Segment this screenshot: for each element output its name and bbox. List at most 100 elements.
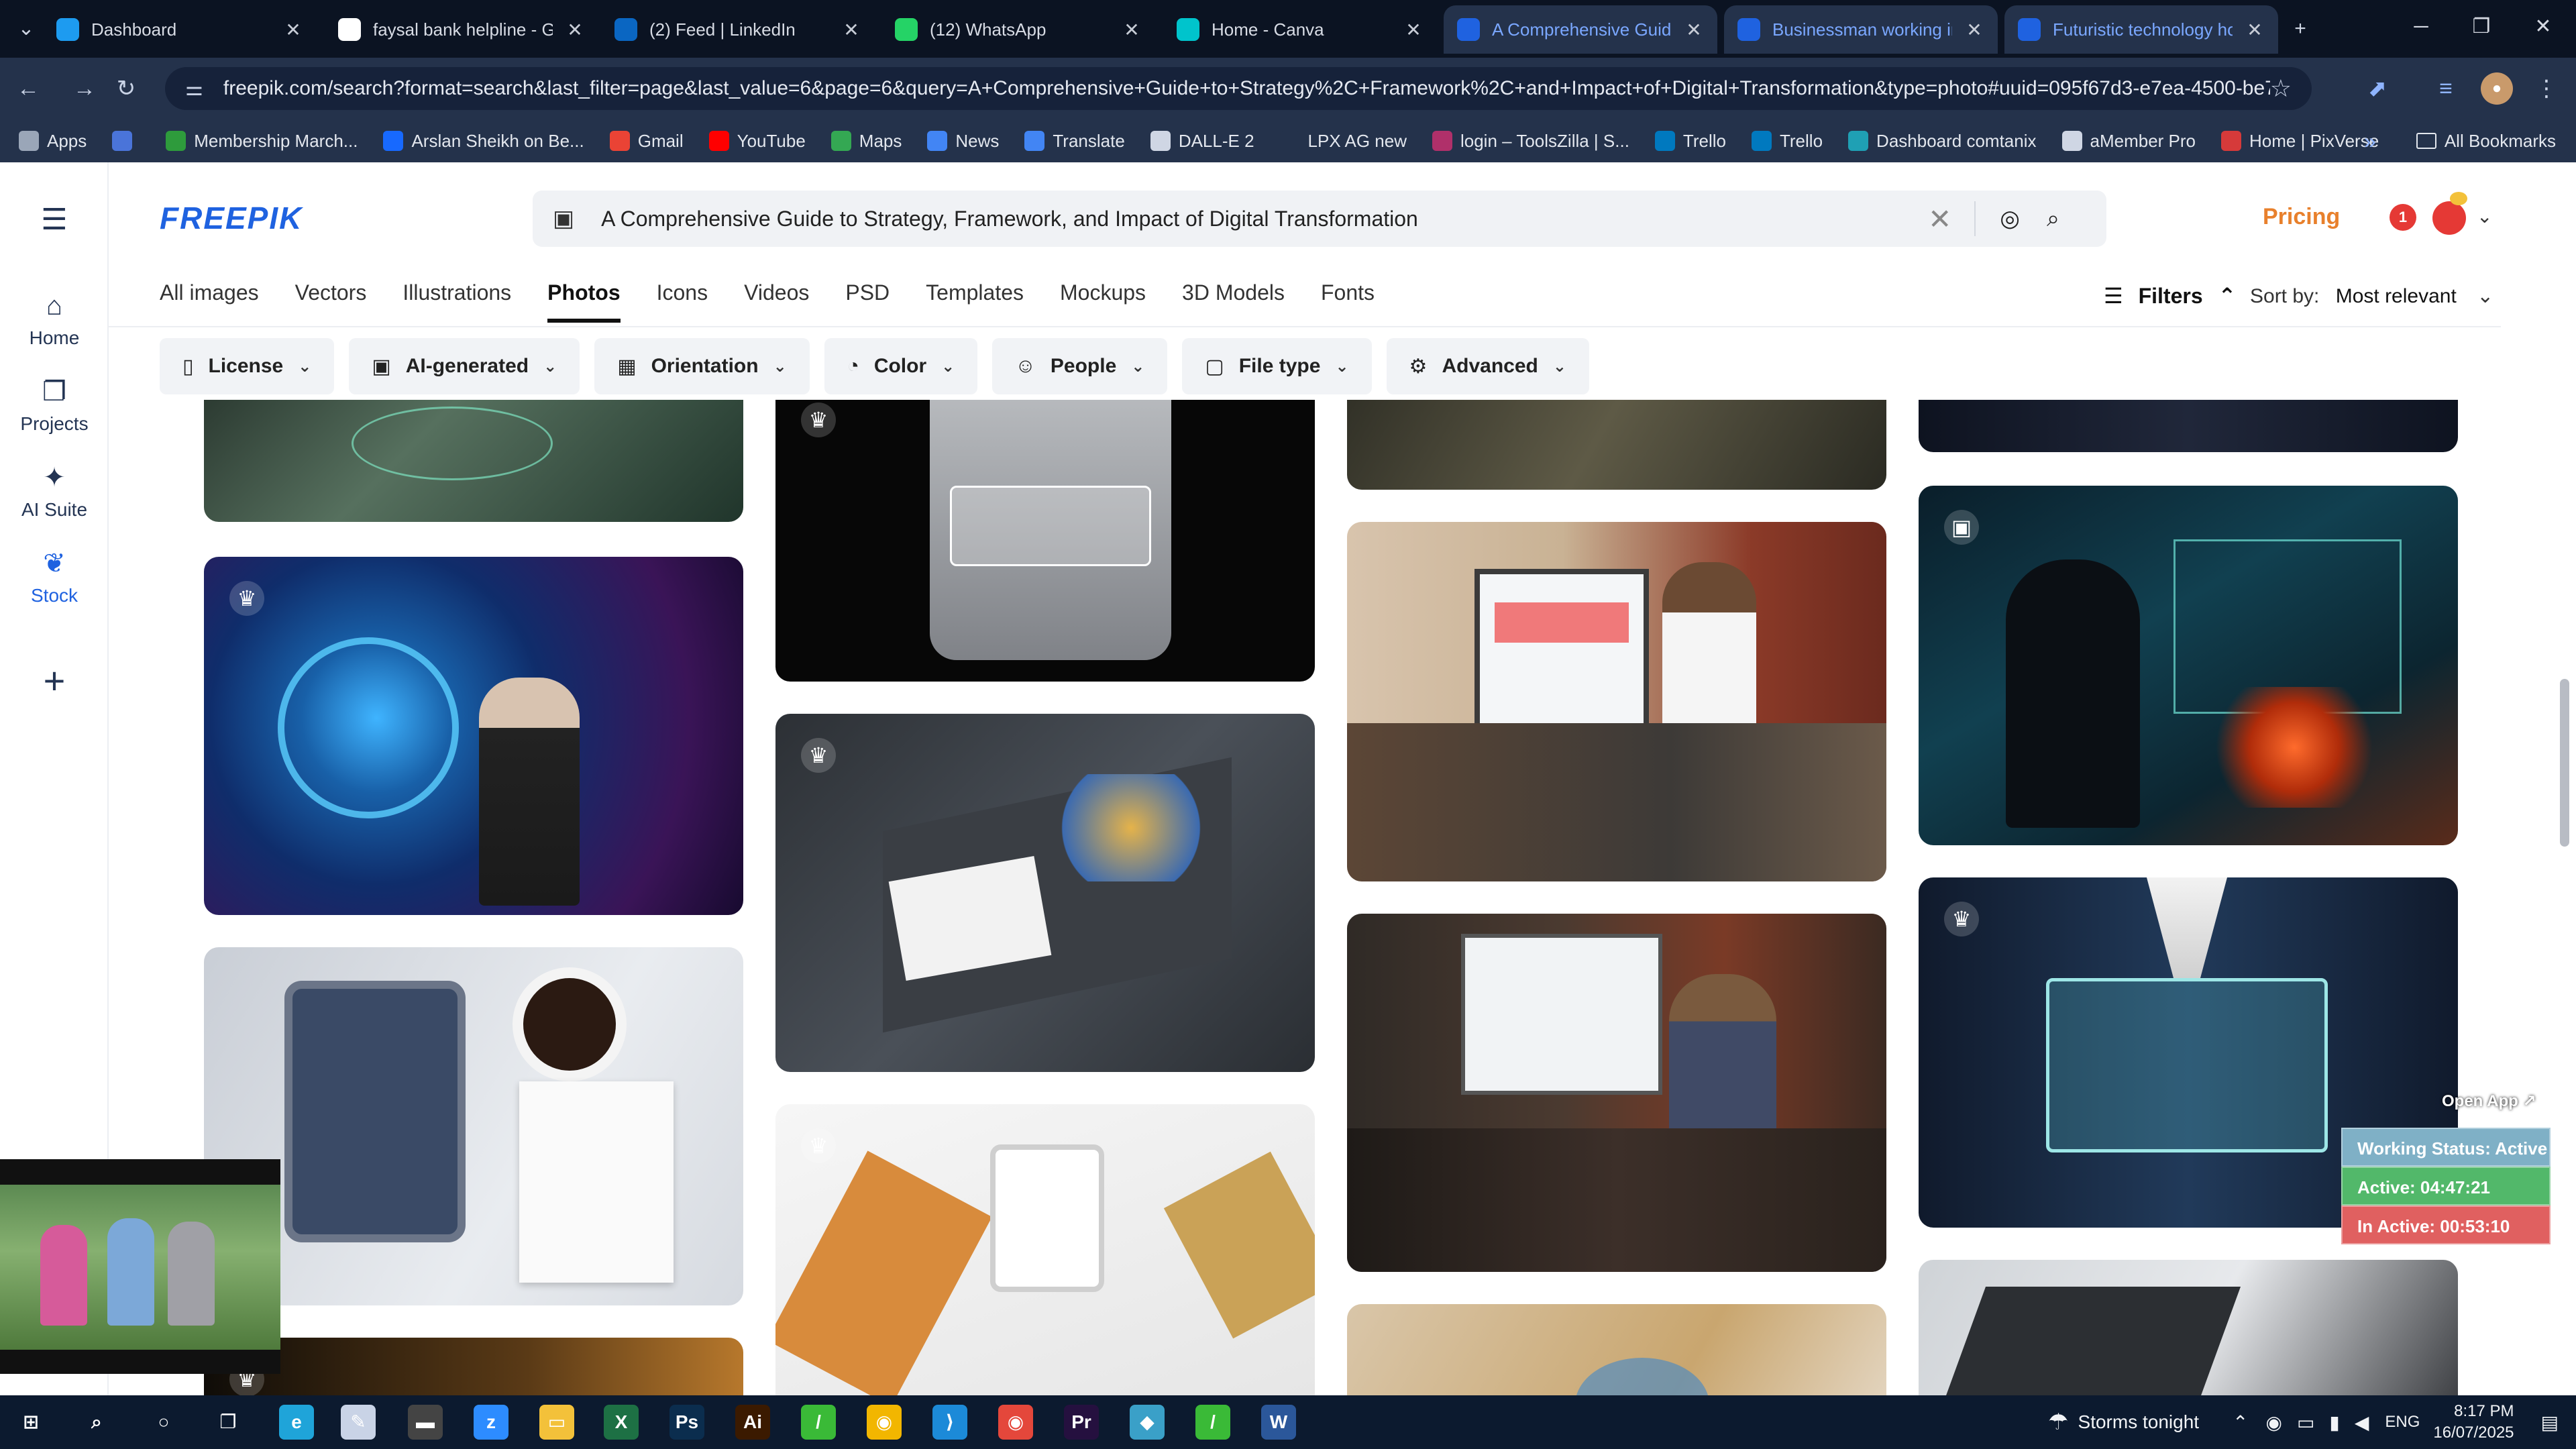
taskbar-vscode-icon[interactable]: ⟩	[932, 1405, 967, 1440]
tab-3d-models[interactable]: 3D Models	[1182, 280, 1285, 323]
taskbar-task-view-icon[interactable]: ❐	[211, 1405, 246, 1440]
filters-toggle[interactable]: ☰ Filters ⌃	[2104, 283, 2236, 309]
taskbar-start-icon[interactable]: ⊞	[13, 1405, 48, 1440]
browser-tab[interactable]: Businessman working in o ✕	[1724, 5, 1998, 54]
taskbar-zoom-icon[interactable]: z	[474, 1405, 508, 1440]
rail-item-projects[interactable]: ❐ Projects	[0, 376, 109, 435]
browser-menu-icon[interactable]: ⋮	[2530, 72, 2563, 105]
bookmark-item[interactable]: Dashboard comtanix	[1848, 131, 2037, 152]
profile-avatar[interactable]: ●	[2481, 72, 2513, 105]
account-chevron-icon[interactable]: ⌄	[2477, 205, 2492, 227]
photo-tile[interactable]	[204, 947, 743, 1305]
browser-tab[interactable]: Home - Canva ✕	[1163, 5, 1437, 54]
photo-tile[interactable]	[1919, 1260, 2458, 1395]
bookmark-item[interactable]: DALL-E 2	[1150, 131, 1254, 152]
browser-tab[interactable]: faysal bank helpline - Goo ✕	[325, 5, 598, 54]
photo-tile[interactable]	[204, 400, 743, 522]
tab-search-chevron-icon[interactable]: ⌄	[9, 12, 43, 46]
rail-item-stock[interactable]: ❦ Stock	[0, 547, 109, 606]
media-control-icon[interactable]: ≡	[2430, 72, 2462, 105]
clock[interactable]: 8:17 PM 16/07/2025	[2433, 1401, 2514, 1444]
taskbar-search-icon[interactable]: ⌕	[79, 1405, 114, 1440]
bookmark-item[interactable]: login – ToolsZilla | S...	[1432, 131, 1629, 152]
filter-orientation[interactable]: ▦ Orientation ⌄	[594, 338, 810, 394]
search-input[interactable]: A Comprehensive Guide to Strategy, Frame…	[601, 207, 1905, 231]
bookmark-star-icon[interactable]: ☆	[2270, 74, 2292, 103]
browser-tab[interactable]: (12) WhatsApp ✕	[881, 5, 1155, 54]
tab-photos[interactable]: Photos	[547, 280, 621, 323]
bookmark-item[interactable]: News	[927, 131, 999, 152]
filter-file-type[interactable]: ▢ File type ⌄	[1182, 338, 1372, 394]
taskbar-green-app-2-icon[interactable]: /	[1195, 1405, 1230, 1440]
bookmark-item[interactable]: Maps	[830, 131, 902, 152]
filter-ai-generated[interactable]: ▣ AI-generated ⌄	[349, 338, 580, 394]
tab-all-images[interactable]: All images	[160, 280, 259, 323]
bookmark-item[interactable]: Apps	[19, 131, 87, 152]
photo-tile[interactable]: ♛	[204, 557, 743, 915]
browser-tab[interactable]: Dashboard ✕	[43, 5, 317, 54]
bookmark-item[interactable]: Translate	[1024, 131, 1125, 152]
taskbar-chrome-icon[interactable]: ◉	[867, 1405, 902, 1440]
user-avatar[interactable]	[2432, 201, 2466, 235]
taskbar-premiere-icon[interactable]: Pr	[1064, 1405, 1099, 1440]
photo-tile[interactable]	[1919, 400, 2458, 452]
photo-tile[interactable]: ♛	[204, 1338, 743, 1395]
tab-close-icon[interactable]: ✕	[283, 19, 303, 41]
tab-close-icon[interactable]: ✕	[2245, 19, 2265, 41]
taskbar-illustrator-icon[interactable]: Ai	[735, 1405, 770, 1440]
all-bookmarks-button[interactable]: All Bookmarks	[2416, 131, 2556, 152]
pricing-link[interactable]: Pricing	[2263, 204, 2340, 230]
photo-tile[interactable]	[1347, 400, 1886, 490]
image-type-icon[interactable]: ▣	[553, 205, 574, 232]
battery-icon[interactable]: ▮	[2329, 1411, 2339, 1434]
taskbar-terminal-icon[interactable]: ▬	[408, 1405, 443, 1440]
tab-fonts[interactable]: Fonts	[1321, 280, 1375, 323]
page-scrollbar[interactable]	[2560, 679, 2569, 847]
rail-item-home[interactable]: ⌂ Home	[0, 290, 109, 349]
taskbar-photoshop-icon[interactable]: Ps	[669, 1405, 704, 1440]
close-window-button[interactable]: ✕	[2514, 0, 2572, 54]
tab-close-icon[interactable]: ✕	[1684, 19, 1704, 41]
camera-search-icon[interactable]: ◎	[2000, 205, 2020, 232]
extension-icon[interactable]: ⬈	[2361, 72, 2394, 105]
tray-app-icon[interactable]: ◉	[2266, 1411, 2282, 1434]
search-bar[interactable]: ▣ A Comprehensive Guide to Strategy, Fra…	[533, 191, 2106, 247]
bookmark-item[interactable]: LPX AG new	[1279, 131, 1407, 152]
taskbar-app-blue-icon[interactable]: ◆	[1130, 1405, 1165, 1440]
freepik-logo[interactable]: FREEPIK	[160, 200, 303, 236]
photo-tile[interactable]: ♛	[775, 400, 1315, 682]
reload-icon[interactable]: ↻	[109, 71, 144, 106]
photo-tile[interactable]	[1347, 522, 1886, 881]
bookmark-item[interactable]: YouTube	[708, 131, 806, 152]
back-arrow-icon[interactable]: ←	[11, 71, 46, 106]
taskbar-edge-icon[interactable]: e	[279, 1405, 314, 1440]
taskbar-excel-icon[interactable]: X	[604, 1405, 639, 1440]
network-icon[interactable]: ▭	[2297, 1411, 2314, 1434]
browser-tab[interactable]: A Comprehensive Guide t ✕	[1444, 5, 1717, 54]
tab-close-icon[interactable]: ✕	[1403, 19, 1424, 41]
tab-close-icon[interactable]: ✕	[841, 19, 861, 41]
new-tab-button[interactable]: +	[2284, 12, 2317, 46]
tab-videos[interactable]: Videos	[744, 280, 809, 323]
site-info-icon[interactable]: ⚌	[185, 77, 203, 101]
rail-item-ai-suite[interactable]: ✦ AI Suite	[0, 462, 109, 521]
notification-badge[interactable]: 1	[2390, 204, 2416, 231]
minimize-button[interactable]: ─	[2392, 0, 2450, 54]
search-icon[interactable]: ⌕	[2047, 206, 2059, 232]
language-indicator[interactable]: ENG	[2385, 1413, 2420, 1432]
bookmarks-overflow-button[interactable]: »	[2364, 129, 2376, 154]
filter-advanced[interactable]: ⚙ Advanced ⌄	[1386, 338, 1589, 394]
photo-tile[interactable]	[1347, 1304, 1886, 1395]
tab-close-icon[interactable]: ✕	[1964, 19, 1984, 41]
photo-tile[interactable]: ♛	[775, 714, 1315, 1072]
tab-close-icon[interactable]: ✕	[1122, 19, 1142, 41]
rail-add-button[interactable]: +	[0, 659, 109, 702]
filter-color[interactable]: ◔ Color ⌄	[824, 338, 978, 394]
taskbar-word-icon[interactable]: W	[1261, 1405, 1296, 1440]
weather-widget[interactable]: ☂ Storms tonight	[2048, 1409, 2199, 1436]
notifications-icon[interactable]: ▤	[2541, 1411, 2559, 1434]
photo-tile[interactable]: ♛	[775, 1104, 1315, 1395]
bookmark-item[interactable]: Home | PixVerse	[2221, 131, 2379, 152]
bookmark-item[interactable]: Trello	[1751, 131, 1823, 152]
filter-people[interactable]: ☺ People ⌄	[992, 338, 1168, 394]
